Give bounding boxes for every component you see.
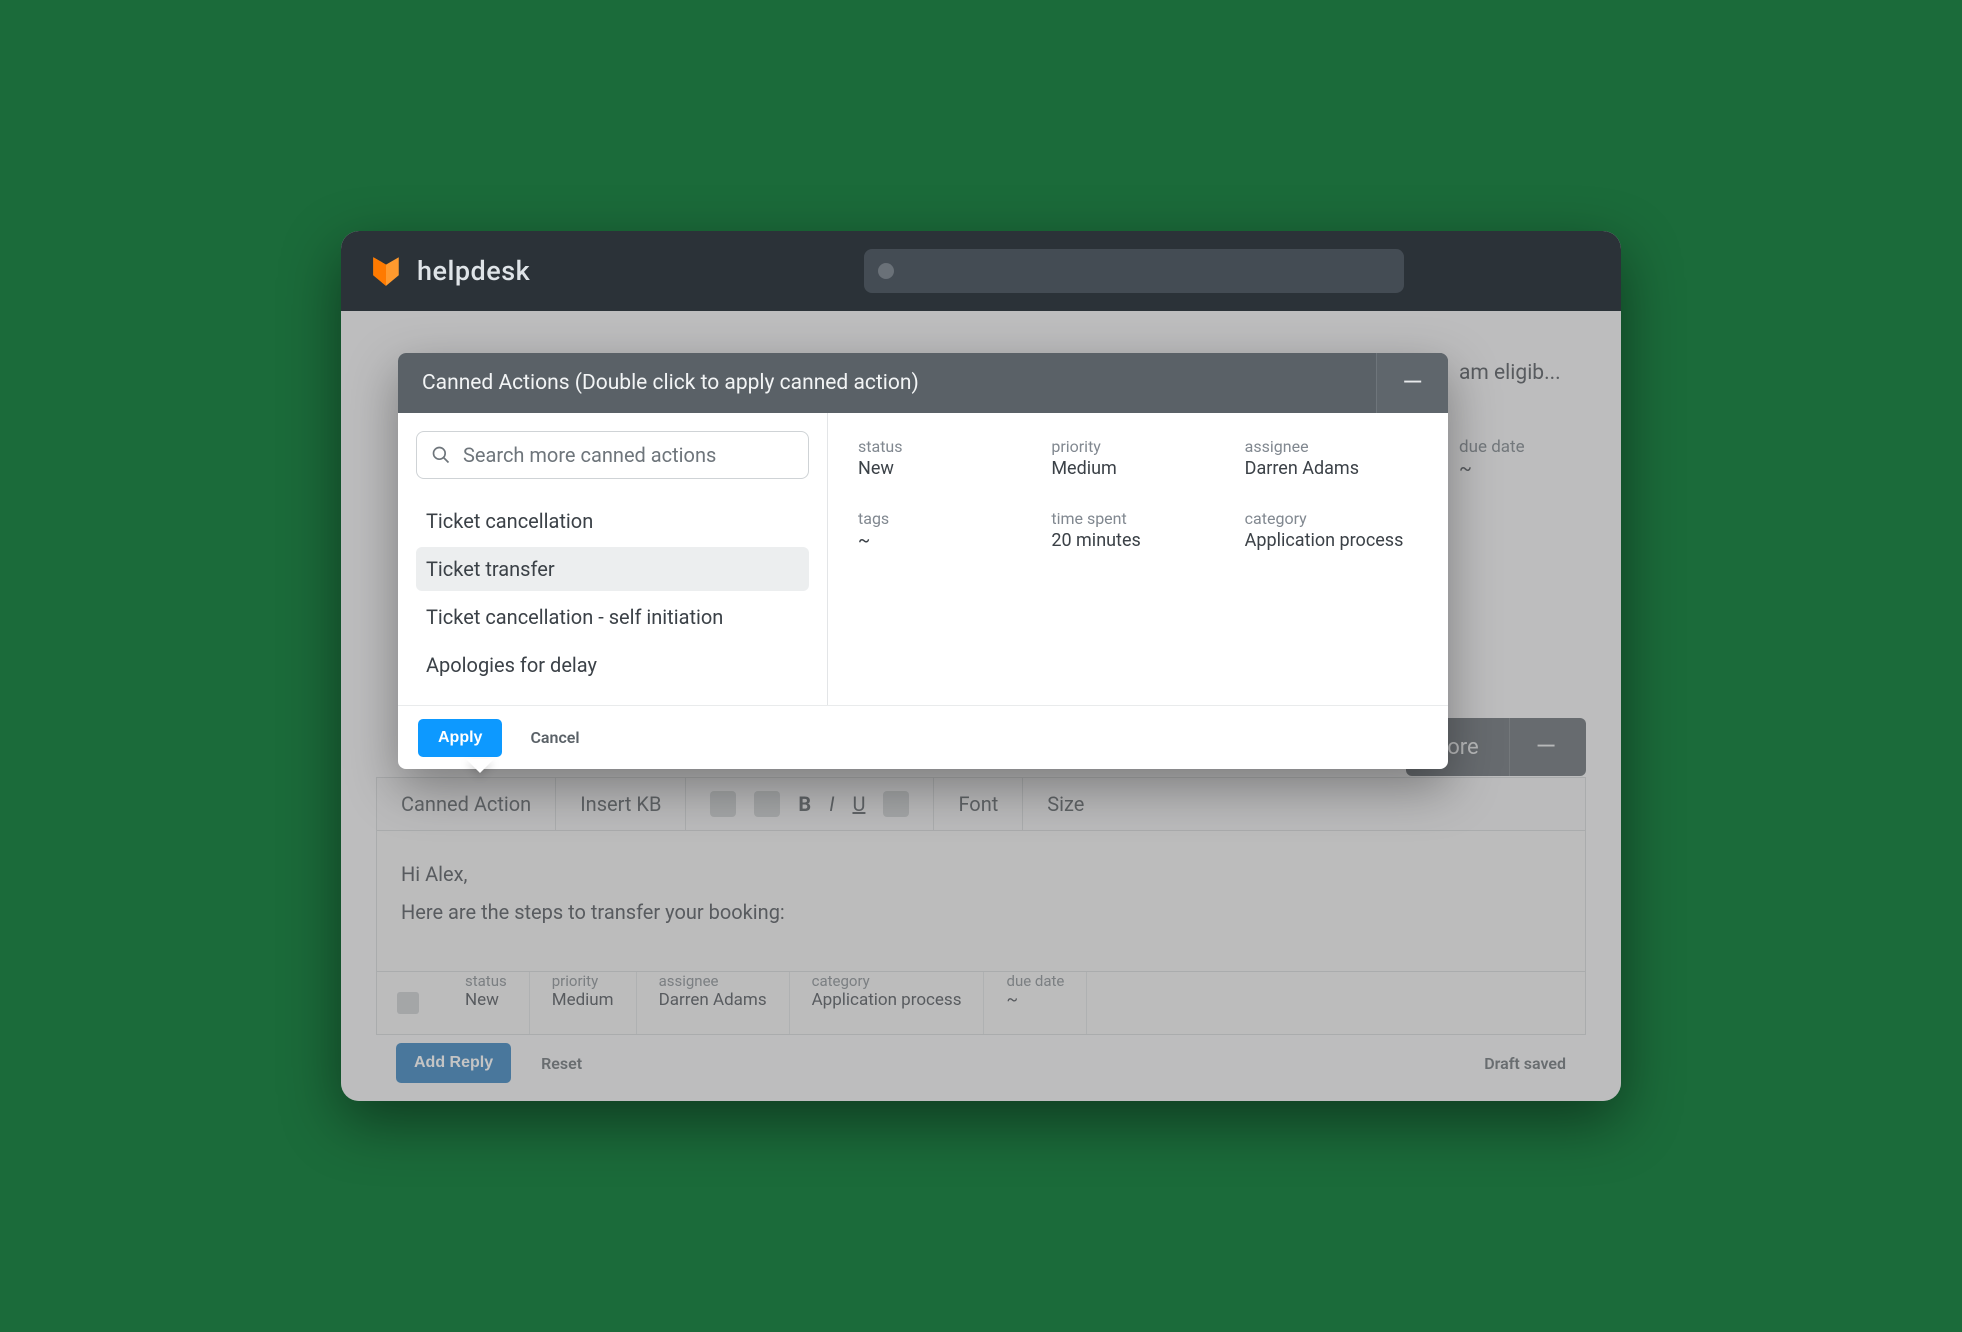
reply-editor[interactable]: Hi Alex, Here are the steps to transfer … (376, 831, 1586, 971)
editor-footer: Add Reply Reset Draft saved (396, 1043, 1566, 1083)
meta-column: priorityMedium (530, 972, 637, 1034)
editor-line: Here are the steps to transfer your book… (401, 893, 1561, 931)
canned-action-item[interactable]: Apologies for delay (416, 643, 809, 687)
search-icon (431, 445, 451, 465)
titlebar: helpdesk (341, 231, 1621, 311)
format-placeholder-icon[interactable] (883, 791, 909, 817)
modal-pointer-icon (466, 759, 494, 773)
cancel-button[interactable]: Cancel (530, 728, 579, 747)
canned-search-placeholder: Search more canned actions (463, 443, 716, 467)
canned-action-item[interactable]: Ticket transfer (416, 547, 809, 591)
canned-action-item[interactable]: Ticket cancellation - self initiation (416, 595, 809, 639)
preview-label: tags (858, 509, 1031, 528)
add-reply-button[interactable]: Add Reply (396, 1043, 511, 1083)
search-cursor-icon (878, 263, 894, 279)
meta-value: New (465, 990, 507, 1010)
canned-actions-modal: Canned Actions (Double click to apply ca… (398, 353, 1448, 769)
format-placeholder-icon[interactable] (754, 791, 780, 817)
preview-value: 20 minutes (1051, 530, 1224, 551)
meta-label: priority (552, 972, 614, 990)
canned-action-item[interactable]: Ticket cancellation (416, 499, 809, 543)
modal-preview-pane: status New priority Medium assignee Darren Ad… (828, 413, 1448, 705)
preview-label: assignee (1245, 437, 1418, 456)
modal-footer: Apply Cancel (398, 705, 1448, 769)
preview-value: Darren Adams (1245, 458, 1418, 479)
preview-label: priority (1051, 437, 1224, 456)
meta-column: due date~ (984, 972, 1087, 1034)
meta-label: assignee (659, 972, 767, 990)
meta-value: Application process (812, 990, 962, 1010)
bold-button[interactable]: B (798, 792, 811, 816)
canned-action-button[interactable]: Canned Action (377, 778, 556, 830)
app-window: helpdesk am eligib... due date ~ More — … (341, 231, 1621, 1101)
editor-toolbar: Canned Action Insert KB B I U Font Size (376, 777, 1586, 831)
meta-value: ~ (1006, 990, 1064, 1010)
preview-label: category (1245, 509, 1418, 528)
meta-value: Darren Adams (659, 990, 767, 1010)
logo-icon (369, 254, 403, 288)
preview-field: time spent 20 minutes (1051, 509, 1224, 551)
meta-label: due date (1006, 972, 1064, 990)
meta-label: category (812, 972, 962, 990)
editor-line: Hi Alex, (401, 855, 1561, 893)
global-search[interactable] (864, 249, 1404, 293)
modal-left-pane: Search more canned actions Ticket cancel… (398, 413, 828, 705)
modal-title: Canned Actions (Double click to apply ca… (422, 371, 919, 395)
format-placeholder-icon[interactable] (710, 791, 736, 817)
preview-field: category Application process (1245, 509, 1418, 551)
preview-field: tags ~ (858, 509, 1031, 551)
preview-value: Application process (1245, 530, 1418, 551)
format-group-1: B I U (686, 778, 934, 830)
underline-button[interactable]: U (852, 792, 865, 816)
apply-button[interactable]: Apply (418, 719, 502, 757)
italic-button[interactable]: I (829, 792, 834, 816)
meta-column: statusNew (443, 972, 530, 1034)
preview-field: priority Medium (1051, 437, 1224, 479)
insert-kb-button[interactable]: Insert KB (556, 778, 686, 830)
meta-label: status (465, 972, 507, 990)
canned-action-list: Ticket cancellationTicket transferTicket… (416, 499, 809, 687)
app-title: helpdesk (417, 255, 530, 287)
meta-value: Medium (552, 990, 614, 1010)
preview-field: status New (858, 437, 1031, 479)
collapse-icon[interactable]: — (1509, 718, 1564, 776)
preview-label: status (858, 437, 1031, 456)
preview-field: assignee Darren Adams (1245, 437, 1418, 479)
preview-value: New (858, 458, 1031, 479)
preview-value: Medium (1051, 458, 1224, 479)
reset-button[interactable]: Reset (541, 1054, 582, 1073)
ticket-title-fragment: am eligib... due date ~ (1459, 361, 1589, 480)
meta-checkbox[interactable] (397, 992, 419, 1014)
size-selector[interactable]: Size (1023, 778, 1108, 830)
minimize-button[interactable]: — (1376, 353, 1448, 413)
preview-label: time spent (1051, 509, 1224, 528)
meta-column: categoryApplication process (790, 972, 985, 1034)
preview-value: ~ (858, 530, 1031, 551)
reply-meta-row: statusNewpriorityMediumassigneeDarren Ad… (376, 971, 1586, 1035)
meta-column: assigneeDarren Adams (637, 972, 790, 1034)
canned-search-input[interactable]: Search more canned actions (416, 431, 809, 479)
draft-status: Draft saved (1484, 1054, 1566, 1073)
font-selector[interactable]: Font (934, 778, 1023, 830)
modal-header: Canned Actions (Double click to apply ca… (398, 353, 1448, 413)
